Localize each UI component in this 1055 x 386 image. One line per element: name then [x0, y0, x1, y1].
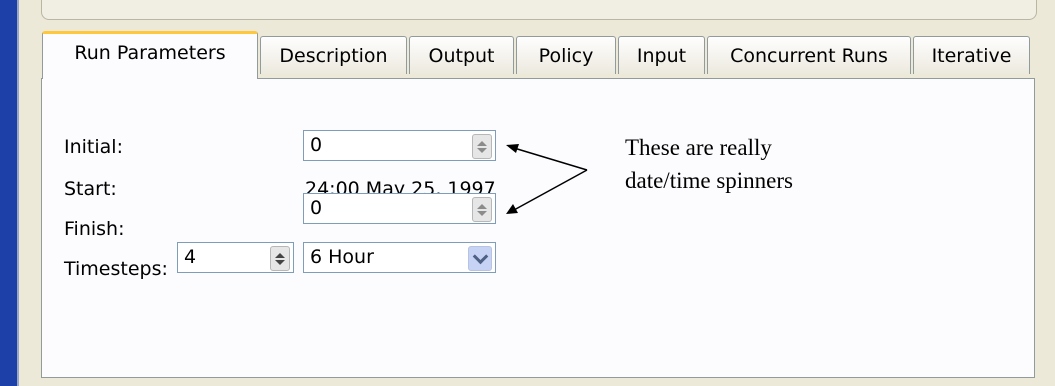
tab-run-parameters[interactable]: Run Parameters: [42, 31, 258, 79]
annotation-line-2: date/time spinners: [625, 168, 793, 193]
annotation-line-1: These are really: [625, 135, 772, 160]
annotation-note: These are really date/time spinners: [625, 131, 793, 197]
